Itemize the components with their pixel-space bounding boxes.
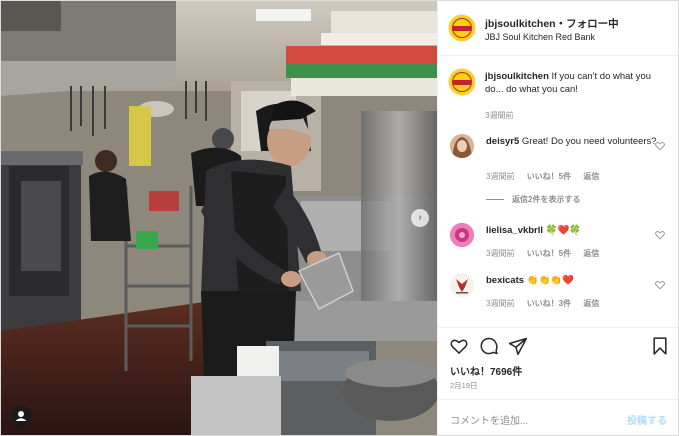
- comment-input[interactable]: コメントを追加...: [450, 412, 528, 427]
- comment-meta: 3週間前 いいね！5件 返信: [486, 248, 609, 259]
- comment-username[interactable]: lielisa_vkbrll: [486, 225, 543, 236]
- follow-status-button[interactable]: フォロー中: [566, 18, 619, 30]
- comment-text: 🍀❤️🍀: [545, 225, 582, 236]
- comment-item: lielisa_vkbrll 🍀❤️🍀 3週間前 いいね！5件 返信: [438, 221, 678, 266]
- comment-username[interactable]: deisyr5: [486, 136, 519, 147]
- header-location[interactable]: JBJ Soul Kitchen Red Bank: [485, 32, 595, 42]
- header-account-line: jbjsoulkitchen・フォロー中: [485, 16, 619, 31]
- comment-reply-button[interactable]: 返信: [583, 172, 599, 181]
- commenter-avatar[interactable]: [450, 134, 474, 158]
- account-avatar[interactable]: [448, 14, 476, 42]
- comment-item: deisyr5 Great! Do you need volunteers? 3…: [438, 132, 678, 212]
- add-comment-bar: コメントを追加... 投稿する: [438, 399, 678, 435]
- post-dialog: › jbjsoulkitchen・フォロー中 JBJ Soul Kitchen …: [0, 0, 679, 436]
- comment-meta: 3週間前 いいね！3件 返信: [486, 298, 609, 309]
- post-date[interactable]: 2月19日: [450, 380, 478, 391]
- comment-likes[interactable]: いいね！5件: [527, 172, 571, 181]
- caption-username[interactable]: jbjsoulkitchen: [485, 71, 549, 82]
- post-header: jbjsoulkitchen・フォロー中 JBJ Soul Kitchen Re…: [438, 1, 678, 56]
- bookmark-icon[interactable]: [650, 336, 670, 356]
- comment-text-block: deisyr5 Great! Do you need volunteers?: [486, 135, 657, 148]
- caption-time[interactable]: 3週間前: [485, 111, 513, 120]
- send-icon[interactable]: [508, 336, 528, 356]
- comment-like-icon[interactable]: [655, 141, 665, 151]
- comment-reply-button[interactable]: 返信: [583, 299, 599, 308]
- comment-reply-button[interactable]: 返信: [583, 249, 599, 258]
- view-replies-label: 返信2件を表示する: [512, 195, 581, 204]
- comment-like-icon[interactable]: [655, 280, 665, 290]
- header-separator: ・: [555, 18, 567, 30]
- caption-text-block: jbjsoulkitchen If you can't do what you …: [485, 70, 669, 96]
- post-photo[interactable]: ›: [1, 1, 437, 435]
- commenter-avatar[interactable]: [450, 273, 474, 297]
- post-side-panel: jbjsoulkitchen・フォロー中 JBJ Soul Kitchen Re…: [437, 1, 678, 435]
- header-username[interactable]: jbjsoulkitchen: [485, 18, 556, 30]
- comment-username[interactable]: bexicats: [486, 275, 524, 286]
- comment-likes[interactable]: いいね！5件: [527, 249, 571, 258]
- caption-avatar[interactable]: [448, 68, 476, 96]
- replies-line: [486, 199, 504, 201]
- tagged-users-icon[interactable]: [11, 406, 31, 426]
- comment-text-block: bexicats 👏👏👏❤️: [486, 274, 657, 287]
- caption-meta: 3週間前: [485, 110, 523, 121]
- likes-count[interactable]: いいね！7696件: [450, 363, 522, 378]
- next-photo-button[interactable]: ›: [411, 209, 429, 227]
- comment-meta: 3週間前 いいね！5件 返信: [486, 171, 609, 182]
- comment-likes[interactable]: いいね！3件: [527, 299, 571, 308]
- heart-icon[interactable]: [449, 336, 469, 356]
- caption-item: jbjsoulkitchen If you can't do what you …: [438, 68, 678, 128]
- comment-like-icon[interactable]: [655, 230, 665, 240]
- comment-icon[interactable]: [479, 336, 499, 356]
- view-replies-button[interactable]: 返信2件を表示する: [486, 194, 580, 205]
- comments-list[interactable]: jbjsoulkitchen If you can't do what you …: [438, 56, 678, 327]
- comment-item: bexicats 👏👏👏❤️ 3週間前 いいね！3件 返信: [438, 271, 678, 321]
- comment-time[interactable]: 3週間前: [486, 172, 514, 181]
- comment-text: 👏👏👏❤️: [526, 275, 574, 286]
- comment-time[interactable]: 3週間前: [486, 249, 514, 258]
- post-comment-button[interactable]: 投稿する: [627, 412, 667, 427]
- comment-time[interactable]: 3週間前: [486, 299, 514, 308]
- commenter-avatar[interactable]: [450, 223, 474, 247]
- comment-text-block: lielisa_vkbrll 🍀❤️🍀: [486, 224, 657, 237]
- comment-text: Great! Do you need volunteers?: [521, 136, 657, 147]
- post-actions: いいね！7696件 2月19日 コメントを追加... 投稿する: [438, 327, 678, 435]
